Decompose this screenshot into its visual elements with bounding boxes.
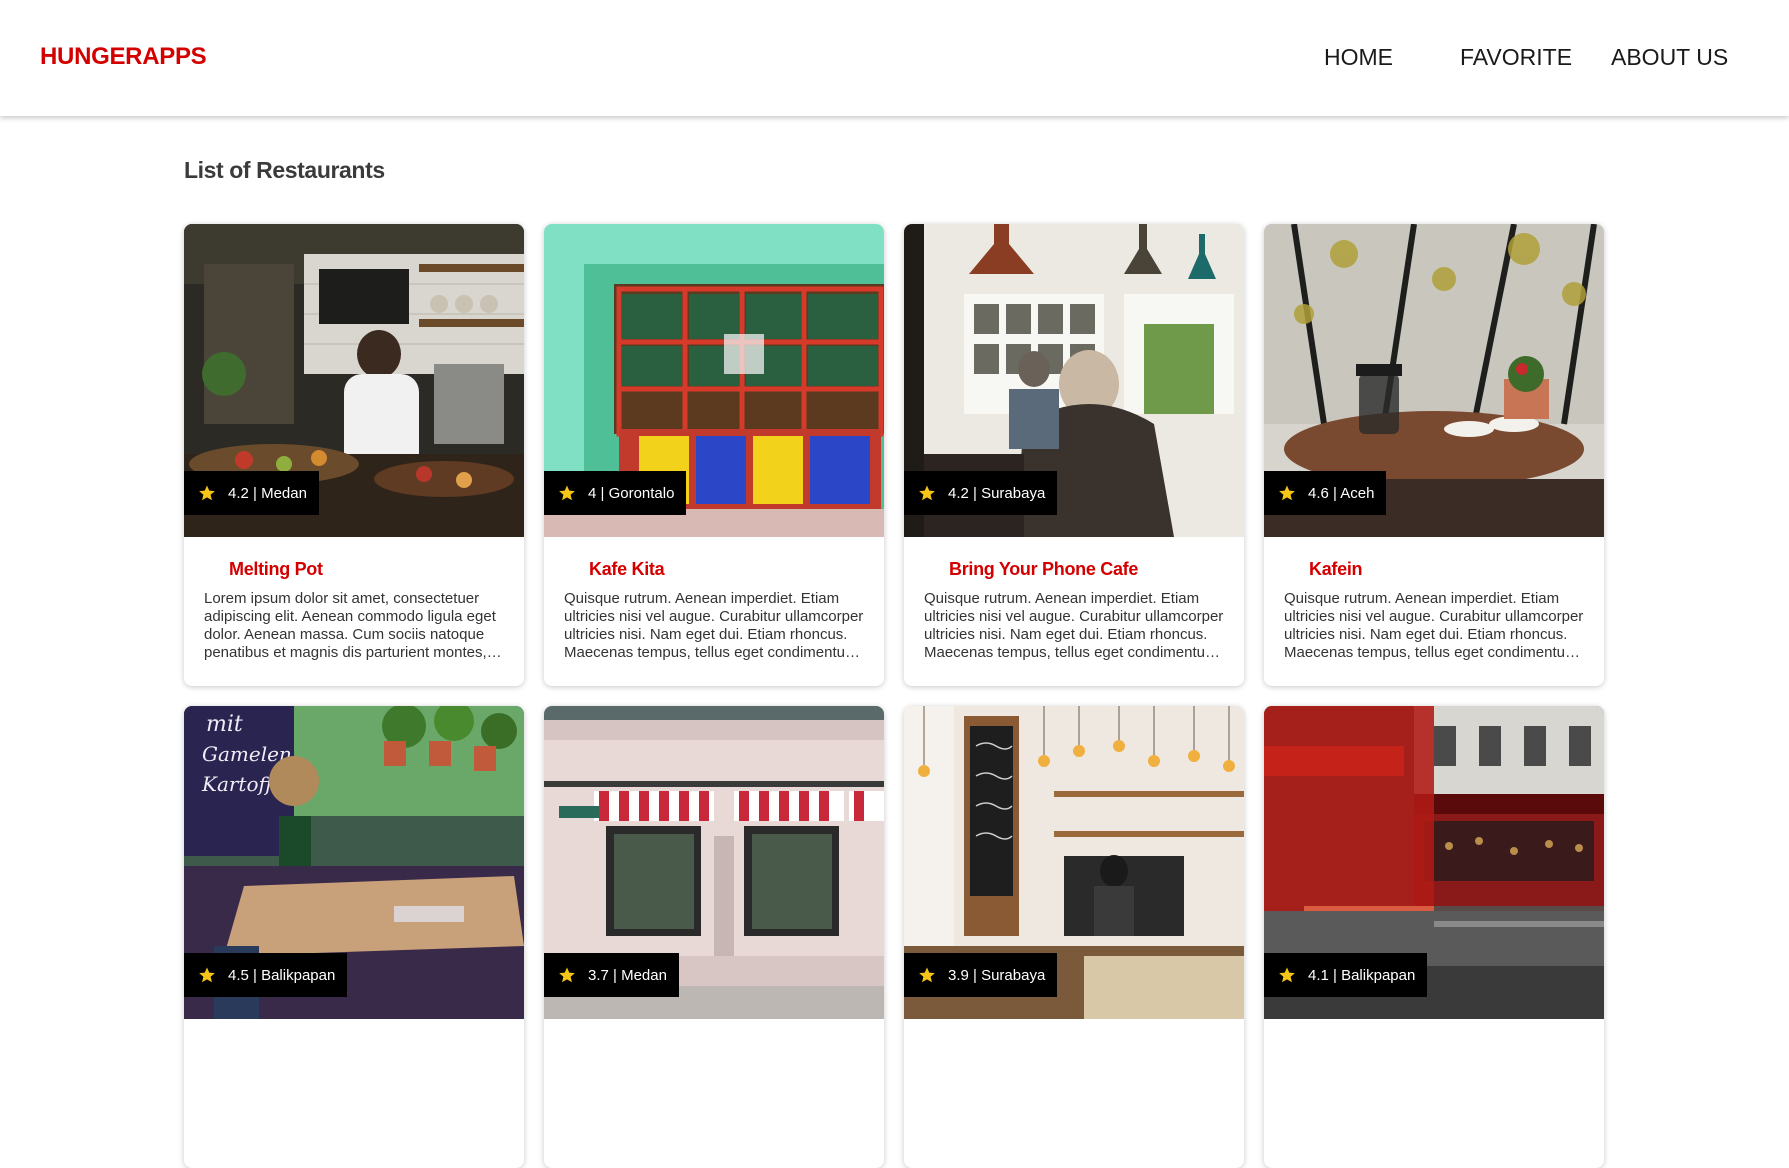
rating-city-text: 4.5 | Balikpapan [228,966,336,984]
restaurant-description: Quisque rutrum. Aenean imperdiet. Etiam … [1284,590,1584,661]
star-icon [559,485,575,501]
rating-badge: 3.7 | Medan [544,953,679,997]
rating-badge: 4.1 | Balikpapan [1264,953,1428,997]
restaurant-description: Quisque rutrum. Aenean imperdiet. Etiam … [924,590,1224,661]
restaurant-name[interactable]: Kafe Kita [564,559,864,580]
rating-city-text: 4.2 | Surabaya [948,484,1046,502]
restaurant-card[interactable]: mit Gamelen Kartoffeln 4.5 | Balikpapan [184,706,524,1168]
rating-badge: 4.2 | Surabaya [904,471,1058,515]
rating-city-text: 3.9 | Surabaya [948,966,1046,984]
london-street-photo: 4.1 | Balikpapan [1264,706,1604,1019]
rating-badge: 3.9 | Surabaya [904,953,1058,997]
rating-city-text: 3.7 | Medan [588,966,667,984]
cafe-interior-photo: 4.2 | Surabaya [904,224,1244,537]
top-navbar: HUNGERAPPS HOME FAVORITE ABOUT US [0,0,1789,116]
restaurant-card[interactable]: 4.2 | Medan Melting Pot Lorem ipsum dolo… [184,224,524,686]
star-icon [1279,967,1295,983]
coffee-bar-photo: 3.9 | Surabaya [904,706,1244,1019]
restaurant-card[interactable]: 4.6 | Aceh Kafein Quisque rutrum. Aenean… [1264,224,1604,686]
restaurant-list: 4.2 | Medan Melting Pot Lorem ipsum dolo… [184,224,1606,1168]
restaurant-name[interactable]: Melting Pot [204,559,504,580]
rating-badge: 4.5 | Balikpapan [184,953,348,997]
table-window-photo: 4.6 | Aceh [1264,224,1604,537]
svg-text:mit: mit [206,712,243,737]
star-icon [919,967,935,983]
star-icon [1279,485,1295,501]
star-icon [199,485,215,501]
rating-city-text: 4.1 | Balikpapan [1308,966,1416,984]
star-icon [199,967,215,983]
nav-home-link[interactable]: HOME [1324,44,1393,71]
chalkboard-photo: mit Gamelen Kartoffeln 4.5 | Balikpapan [184,706,524,1019]
star-icon [919,485,935,501]
nav-about-link[interactable]: ABOUT US [1611,44,1728,71]
restaurant-card[interactable]: 4.1 | Balikpapan [1264,706,1604,1168]
kitchen-photo: 4.2 | Medan [184,224,524,537]
rating-badge: 4.6 | Aceh [1264,471,1387,515]
rating-city-text: 4 | Gorontalo [588,484,675,502]
page-title: List of Restaurants [184,157,385,183]
brand-logo[interactable]: HUNGERAPPS [40,43,207,71]
awning-storefront-photo: 3.7 | Medan [544,706,884,1019]
restaurant-card[interactable]: 4.2 | Surabaya Bring Your Phone Cafe Qui… [904,224,1244,686]
star-icon [559,967,575,983]
restaurant-card[interactable]: 4 | Gorontalo Kafe Kita Quisque rutrum. … [544,224,884,686]
rating-city-text: 4.2 | Medan [228,484,307,502]
restaurant-card[interactable]: 3.7 | Medan [544,706,884,1168]
restaurant-card[interactable]: 3.9 | Surabaya [904,706,1244,1168]
storefront-photo: 4 | Gorontalo [544,224,884,537]
rating-badge: 4.2 | Medan [184,471,319,515]
rating-city-text: 4.6 | Aceh [1308,484,1375,502]
restaurant-name[interactable]: Kafein [1284,559,1584,580]
restaurant-description: Quisque rutrum. Aenean imperdiet. Etiam … [564,590,864,661]
restaurant-description: Lorem ipsum dolor sit amet, consectetuer… [204,590,496,661]
nav-favorite-link[interactable]: FAVORITE [1460,44,1572,71]
restaurant-name[interactable]: Bring Your Phone Cafe [924,559,1224,580]
rating-badge: 4 | Gorontalo [544,471,687,515]
